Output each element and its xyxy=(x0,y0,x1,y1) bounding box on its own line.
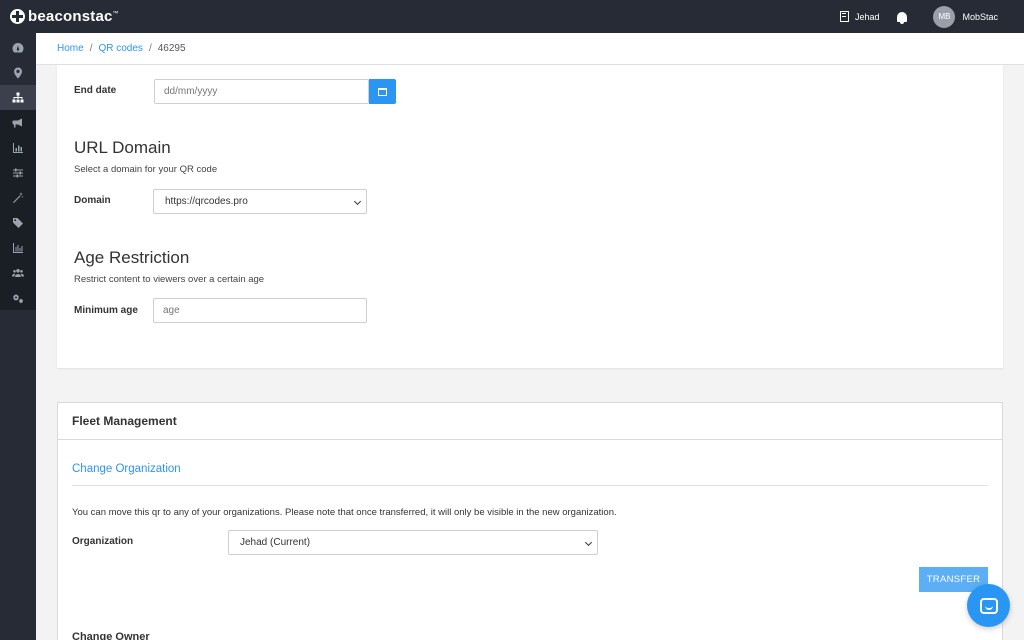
sidebar-item-rules[interactable] xyxy=(0,160,36,185)
url-domain-subtitle: Select a domain for your QR code xyxy=(74,164,218,175)
fleet-management-card: Fleet Management Change Organization You… xyxy=(57,402,1003,640)
sitemap-icon xyxy=(12,92,24,102)
divider xyxy=(72,485,988,486)
breadcrumb: Home / QR codes / 46295 xyxy=(36,33,1024,65)
sidebar-item-campaigns[interactable] xyxy=(0,110,36,135)
organization-label: Organization xyxy=(72,536,134,547)
end-date-label: End date xyxy=(74,85,117,96)
tags-icon xyxy=(13,217,23,228)
breadcrumb-separator: / xyxy=(148,43,152,54)
breadcrumb-current: 46295 xyxy=(157,43,186,54)
transfer-note: You can move this qr to any of your orga… xyxy=(72,507,617,518)
url-domain-title: URL Domain xyxy=(74,138,171,157)
sidebar-item-qr-codes[interactable] xyxy=(0,85,36,110)
fleet-management-title: Fleet Management xyxy=(58,403,1002,440)
change-owner-title: Change Owner xyxy=(72,631,150,640)
organization-select-value: Jehad (Current) xyxy=(240,537,311,548)
sidebar-item-magic[interactable] xyxy=(0,185,36,210)
age-restriction-subtitle: Restrict content to viewers over a certa… xyxy=(74,274,265,285)
chevron-down-icon xyxy=(353,197,362,206)
sidebar-item-users[interactable] xyxy=(0,260,36,285)
sidebar-item-places[interactable] xyxy=(0,60,36,85)
building-icon xyxy=(839,11,849,22)
sidebar-item-tags[interactable] xyxy=(0,210,36,235)
organization-switcher[interactable]: Jehad xyxy=(839,11,880,22)
top-navbar: beaconstac™ Jehad MB MobStac xyxy=(0,0,1024,33)
chat-launcher[interactable] xyxy=(967,584,1010,627)
beaconstac-logo-icon xyxy=(10,9,25,24)
sidebar-item-settings[interactable] xyxy=(0,285,36,310)
user-avatar[interactable]: MB xyxy=(933,5,956,28)
sidebar-item-analytics[interactable] xyxy=(0,235,36,260)
location-pin-icon xyxy=(14,67,22,78)
qr-settings-card: End date dd/mm/yyyy URL Domain Select a … xyxy=(57,65,1003,368)
cogs-icon xyxy=(13,293,23,303)
sliders-icon xyxy=(13,168,23,177)
calendar-icon xyxy=(378,87,387,96)
domain-select[interactable]: https://qrcodes.pro xyxy=(153,189,367,214)
minimum-age-input[interactable]: age xyxy=(153,298,367,323)
magic-wand-icon xyxy=(13,192,24,203)
organization-select[interactable]: Jehad (Current) xyxy=(228,530,598,555)
end-date-input[interactable]: dd/mm/yyyy xyxy=(154,79,369,104)
age-restriction-title: Age Restriction xyxy=(74,248,190,267)
minimum-age-label: Minimum age xyxy=(74,305,138,316)
analytics-icon xyxy=(13,242,23,253)
domain-label: Domain xyxy=(74,195,111,206)
sidebar-item-reports[interactable] xyxy=(0,135,36,160)
megaphone-icon xyxy=(12,118,22,127)
domain-select-value: https://qrcodes.pro xyxy=(165,196,248,207)
breadcrumb-qr-codes[interactable]: QR codes xyxy=(98,43,142,54)
brand-logo[interactable]: beaconstac™ xyxy=(10,8,119,25)
change-organization-title: Change Organization xyxy=(72,463,181,475)
bar-chart-icon xyxy=(13,142,23,153)
organization-name: Jehad xyxy=(854,11,880,22)
calendar-button[interactable] xyxy=(369,79,396,104)
sidebar xyxy=(0,33,36,640)
user-name[interactable]: MobStac xyxy=(962,12,998,22)
breadcrumb-separator: / xyxy=(89,43,93,54)
sidebar-item-dashboard[interactable] xyxy=(0,35,36,60)
notification-bell-icon[interactable] xyxy=(897,11,908,24)
chat-icon xyxy=(979,597,998,614)
users-icon xyxy=(12,268,24,277)
chevron-down-icon xyxy=(584,538,593,547)
brand-name: beaconstac™ xyxy=(28,8,119,25)
dashboard-icon xyxy=(12,42,24,52)
breadcrumb-home[interactable]: Home xyxy=(57,43,84,54)
